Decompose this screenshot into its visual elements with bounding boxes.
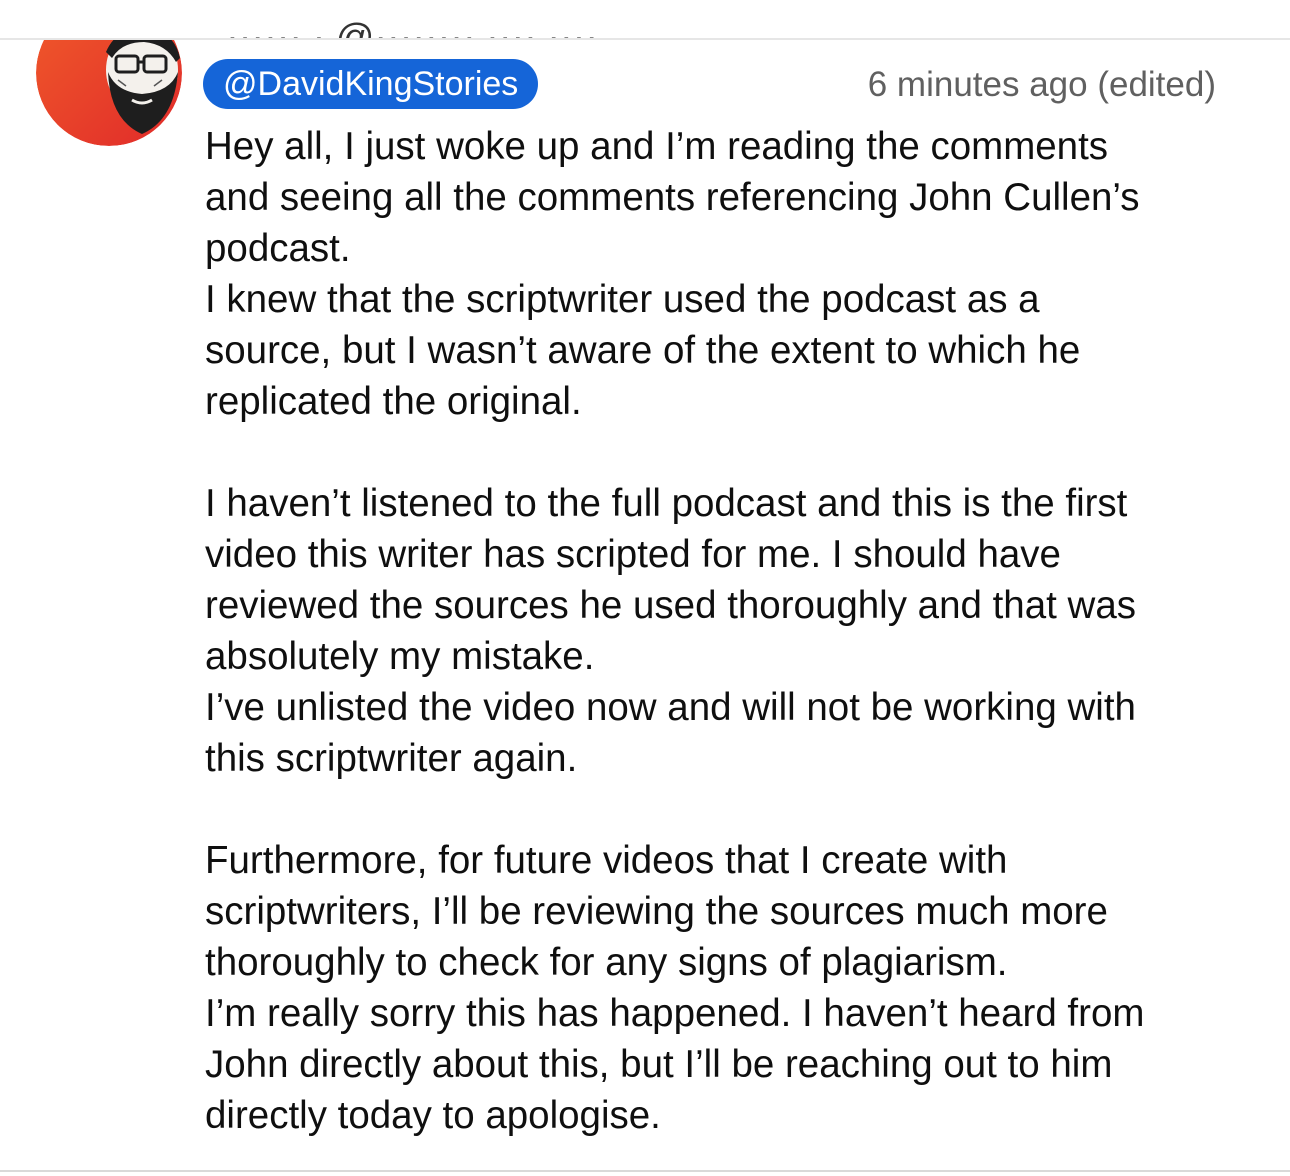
comment-body: Hey all, I just woke up and I’m reading …	[205, 121, 1235, 1141]
comment-line: I’ve unlisted the video now and will not…	[205, 686, 1136, 729]
comment-line: reviewed the sources he used thoroughly …	[205, 584, 1136, 627]
top-divider	[0, 38, 1290, 40]
comment-line: and seeing all the comments referencing …	[205, 176, 1140, 219]
comment-timestamp: 6 minutes ago (edited)	[867, 65, 1216, 104]
comment-line: scriptwriters, I’ll be reviewing the sou…	[205, 890, 1108, 933]
comment-line: I knew that the scriptwriter used the po…	[205, 278, 1040, 321]
comment-line: replicated the original.	[205, 380, 582, 423]
comment-line: podcast.	[205, 227, 351, 270]
comment-line: John directly about this, but I’ll be re…	[205, 1043, 1113, 1086]
comment-line: I haven’t listened to the full podcast a…	[205, 482, 1128, 525]
comment-line: source, but I wasn’t aware of the extent…	[205, 329, 1081, 372]
bearded-man-portrait-icon	[36, 40, 182, 146]
comment-line: this scriptwriter again.	[205, 737, 578, 780]
comment-line: absolutely my mistake.	[205, 635, 595, 678]
comment-line: Hey all, I just woke up and I’m reading …	[205, 125, 1109, 168]
comment-line: I’m really sorry this has happened. I ha…	[205, 992, 1145, 1035]
comment-line: video this writer has scripted for me. I…	[205, 533, 1061, 576]
bottom-divider	[0, 1170, 1290, 1172]
cropped-reply-header: , ······ · @········ ···· ····	[205, 17, 598, 38]
avatar[interactable]	[36, 40, 182, 146]
comment-line: Furthermore, for future videos that I cr…	[205, 839, 1008, 882]
comment-line: directly today to apologise.	[205, 1094, 661, 1137]
author-handle-chip[interactable]: @DavidKingStories	[203, 59, 539, 109]
comment-line: thoroughly to check for any signs of pla…	[205, 941, 1008, 984]
